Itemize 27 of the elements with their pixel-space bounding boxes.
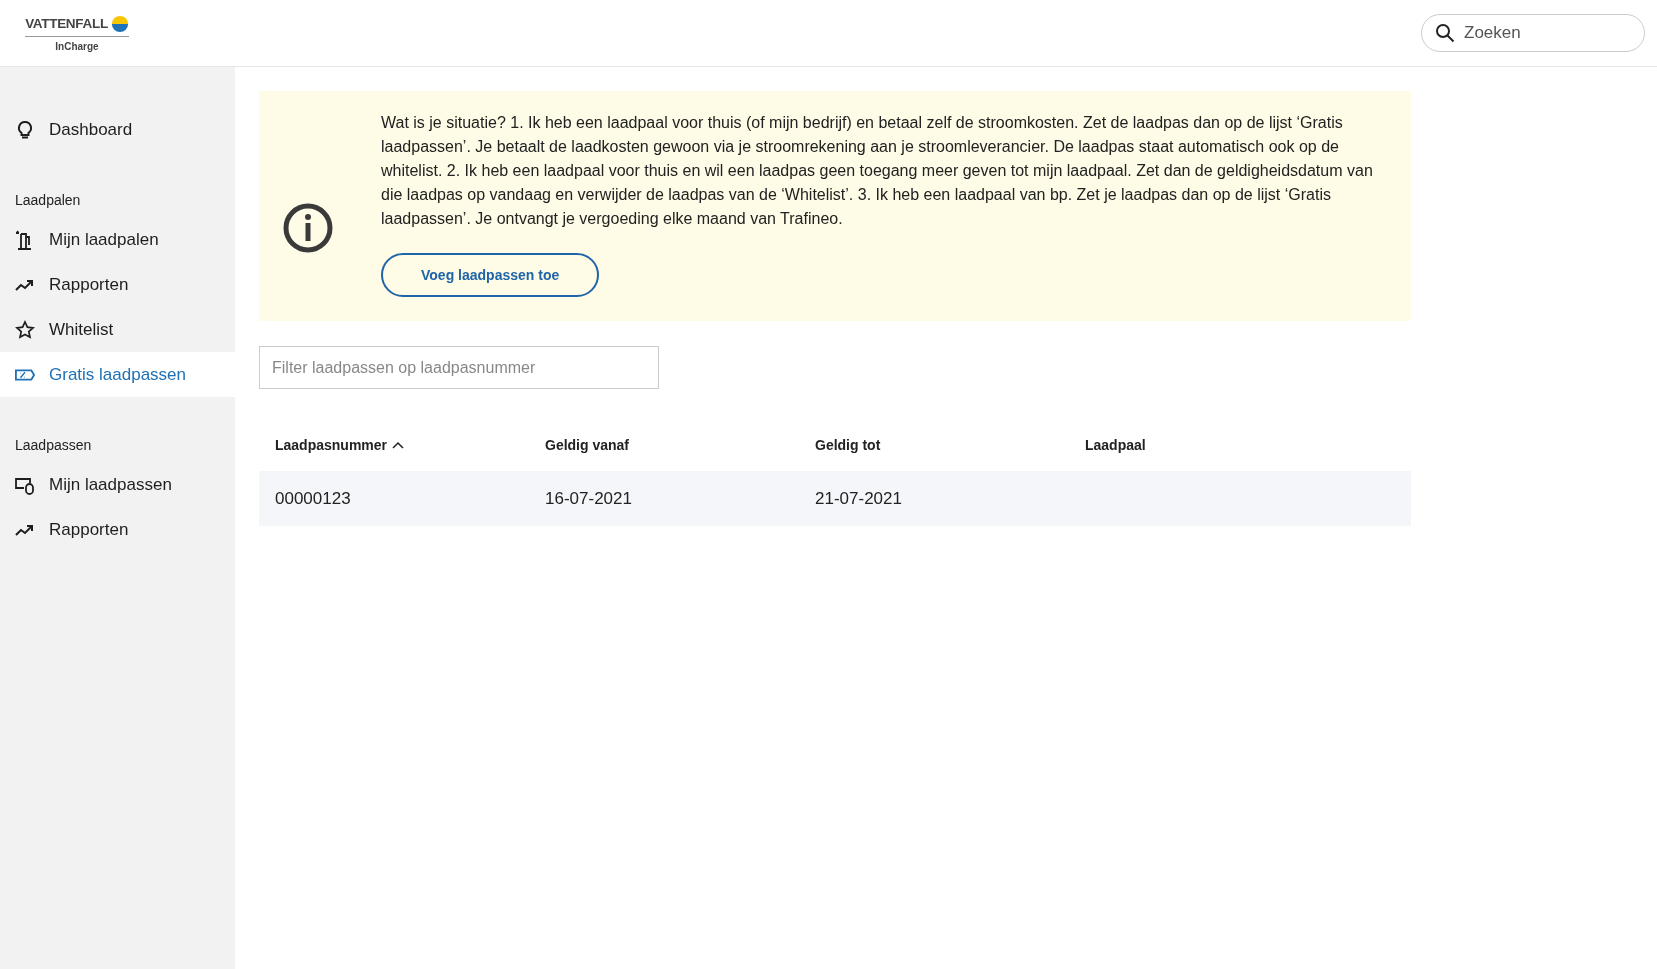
product-name: InCharge [55, 40, 99, 52]
lightbulb-icon [15, 119, 35, 140]
section-heading: Laadpalen [15, 192, 82, 208]
column-header[interactable]: Geldig tot [815, 437, 1085, 453]
column-header[interactable]: Laadpaal [1085, 437, 1411, 453]
column-header[interactable]: Geldig vanaf [545, 437, 815, 453]
table-row[interactable]: 00000123 16-07-2021 21-07-2021 [259, 471, 1411, 526]
table-cell: 16-07-2021 [545, 488, 632, 508]
info-icon [283, 203, 333, 253]
search-field[interactable]: Zoeken [1421, 14, 1645, 52]
table-cell: 00000123 [275, 488, 351, 508]
table-cell: 21-07-2021 [815, 488, 902, 508]
sidebar-item[interactable]: Mijn laadpassen [0, 462, 235, 507]
sidebar-item[interactable]: Whitelist [0, 307, 235, 352]
section-heading: Laadpassen [15, 437, 93, 453]
sidebar-item[interactable]: Rapporten [0, 507, 235, 552]
info-text: Wat is je situatie? 1. Ik heb een laadpaal voor thuis (of mijn bedrijf) en betaal zelf de stroomkosten. Zet de laadpas dan op de lijst ‘Gratis laadpassen’. Je betaalt de laadkosten gewoon via je stroomrekening aan je stroomleverancier. De laadpas staat automatisch ook op de whitelist. 2. Ik heb een laadpaal voor thuis en wil een laadpas geen toegang meer geven tot mijn laadpaal. Zet dan de geldigheidsdatum van die laadpas op vandaag en verwijder de laadpas van de ‘Whitelist’. 3. Ik heb een laadpaal van bp. Zet je laadpas dan op de lijst ‘Gratis laadpassen’. Je ontvangt je vergoeding elke maand van Trafineo. [381, 113, 1374, 229]
logo-icon [110, 14, 129, 33]
sidebar-item[interactable]: Rapporten [0, 262, 235, 307]
star-icon [15, 319, 35, 340]
column-header[interactable]: Laadpasnummer [275, 437, 545, 453]
add-cards-button[interactable]: Voeg laadpassen toe [381, 253, 600, 297]
sidebar-item[interactable]: Mijn laadpalen [0, 217, 235, 262]
brand-name: VATTENFALL [25, 16, 108, 31]
filter-field[interactable]: Filter laadpassen op laadpasnummer [259, 346, 659, 389]
sidebar-item[interactable]: Dashboard [0, 107, 235, 152]
sidebar-item[interactable]: Gratis laadpassen [0, 352, 235, 397]
